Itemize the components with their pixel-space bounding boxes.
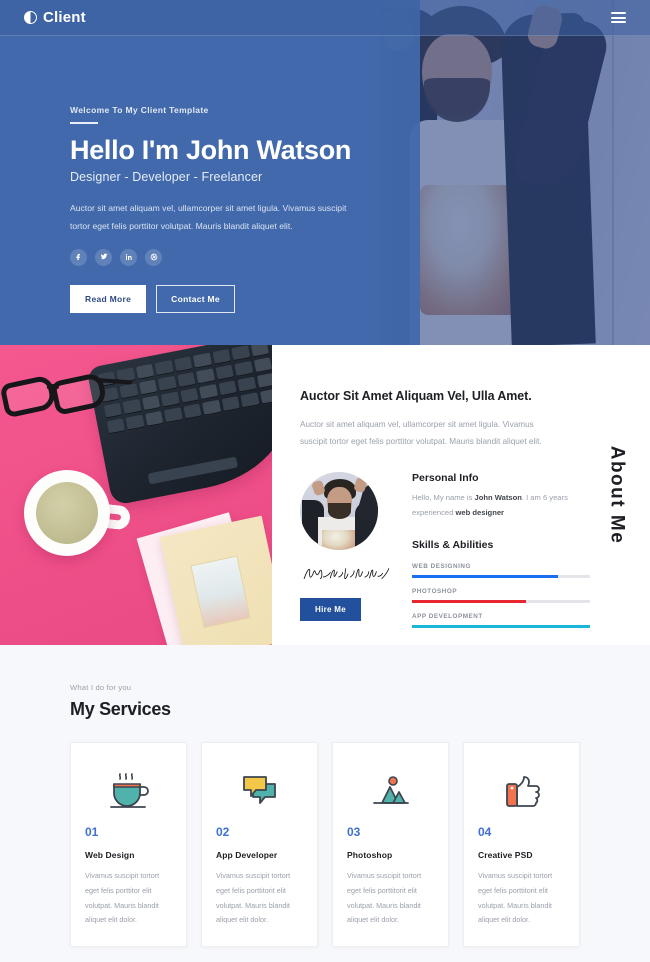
thumbs-up-icon xyxy=(478,765,565,817)
skills-title: Skills & Abilities xyxy=(412,539,494,552)
dribbble-icon[interactable] xyxy=(145,248,162,266)
service-card[interactable]: 04 Creative PSD Vivamus suscipit tortort… xyxy=(463,742,580,948)
skill-track xyxy=(412,625,590,629)
hero-eyebrow: Welcome To My Client Template xyxy=(70,105,209,115)
chat-bubbles-icon xyxy=(216,765,303,817)
skill-label: APP DEVELOPMENT xyxy=(412,613,483,621)
brand-name: Client xyxy=(43,9,86,26)
burger-bar xyxy=(611,21,626,23)
landing-page: Client Welcome To My Client Template Hel… xyxy=(0,0,650,962)
services-eyebrow: What I do for you xyxy=(70,683,132,692)
hero-description: Auctor sit amet aliquam vel, ullamcorper… xyxy=(70,203,347,231)
service-number: 01 xyxy=(85,825,99,839)
skill-fill xyxy=(412,625,590,629)
service-card[interactable]: 03 Photoshop Vivamus suscipit tortort eg… xyxy=(332,742,449,948)
about-section: Auctor Sit Amet Aliquam Vel, Ulla Amet. … xyxy=(0,345,650,645)
service-name: Creative PSD xyxy=(478,850,533,860)
contact-me-button[interactable]: Contact Me xyxy=(156,284,235,313)
photo-blue-overlay xyxy=(380,0,650,345)
pi-line-1: Hello, My name is xyxy=(412,493,475,503)
hire-me-button[interactable]: Hire Me xyxy=(300,598,361,622)
hero-section: Client Welcome To My Client Template Hel… xyxy=(0,0,650,345)
facebook-icon[interactable] xyxy=(70,248,87,266)
service-number: 03 xyxy=(347,825,361,839)
top-navbar: Client xyxy=(0,0,650,36)
about-vertical-text: About Me xyxy=(606,445,628,545)
services-title: My Services xyxy=(70,699,171,719)
hamburger-menu-icon[interactable] xyxy=(611,12,626,23)
coffee-mug-icon xyxy=(24,470,110,556)
hero-title: Hello I'm John Watson xyxy=(70,135,352,165)
skill-fill xyxy=(412,575,558,579)
skill-track xyxy=(412,575,590,579)
glasses-lens-left xyxy=(0,374,58,419)
pi-person-name: John Watson xyxy=(474,493,522,503)
coffee-cup-icon xyxy=(85,765,172,817)
avatar-shirt-print xyxy=(322,530,356,551)
service-number: 02 xyxy=(216,825,230,839)
burger-bar xyxy=(611,16,626,19)
skill-row: PHOTOSHOP xyxy=(412,588,590,604)
about-description: Auctor sit amet aliquam vel, ullamcorper… xyxy=(300,420,542,447)
mountain-photo-icon xyxy=(347,765,434,817)
half-circle-icon xyxy=(24,11,37,24)
service-description: Vivamus suscipit tortort eget felis port… xyxy=(478,871,553,925)
service-card[interactable]: 01 Web Design Vivamus suscipit tortort e… xyxy=(70,742,187,948)
hero-content: Welcome To My Client Template Hello I'm … xyxy=(70,105,380,313)
skill-label: PHOTOSHOP xyxy=(412,588,458,596)
skill-label: WEB DESIGNING xyxy=(412,563,471,571)
twitter-icon[interactable] xyxy=(95,248,112,266)
pi-role: web designer xyxy=(455,508,505,518)
skill-row: WEB DESIGNING xyxy=(412,563,590,579)
about-profile-column: Hire Me xyxy=(300,472,394,628)
service-name: Photoshop xyxy=(347,850,393,860)
linkedin-icon[interactable] xyxy=(120,248,137,266)
hero-divider xyxy=(70,122,98,124)
glasses-bridge xyxy=(46,383,59,390)
hero-social-links xyxy=(70,248,380,266)
service-description: Vivamus suscipit tortort eget felis port… xyxy=(85,871,160,925)
skill-row: APP DEVELOPMENT xyxy=(412,613,590,629)
read-more-button[interactable]: Read More xyxy=(70,284,147,313)
burger-bar xyxy=(611,12,626,14)
hero-subtitle: Designer - Developer - Freelancer xyxy=(70,170,263,185)
skill-fill xyxy=(412,600,526,604)
service-description: Vivamus suscipit tortort eget felis port… xyxy=(347,871,422,925)
service-card[interactable]: 02 App Developer Vivamus suscipit tortor… xyxy=(201,742,318,948)
service-number: 04 xyxy=(478,825,492,839)
about-content: Auctor Sit Amet Aliquam Vel, Ulla Amet. … xyxy=(272,345,650,645)
signature-image xyxy=(300,564,396,584)
services-grid: 01 Web Design Vivamus suscipit tortort e… xyxy=(70,742,580,948)
about-desk-photo xyxy=(0,345,272,645)
personal-info-text: Hello, My name is John Watson. I am 6 ye… xyxy=(412,491,590,521)
service-description: Vivamus suscipit tortort eget felis port… xyxy=(216,871,291,925)
skill-track xyxy=(412,600,590,604)
avatar xyxy=(300,472,378,551)
keyboard-keys xyxy=(97,345,272,476)
service-name: App Developer xyxy=(216,850,278,860)
about-vertical-label: About Me xyxy=(588,345,644,645)
service-name: Web Design xyxy=(85,850,135,860)
services-section: What I do for you My Services 01 Web Des… xyxy=(0,645,650,962)
brand-logo[interactable]: Client xyxy=(24,9,86,26)
hero-portrait-photo xyxy=(380,0,650,345)
hero-buttons: Read More Contact Me xyxy=(70,284,380,313)
personal-info-title: Personal Info xyxy=(412,472,479,485)
